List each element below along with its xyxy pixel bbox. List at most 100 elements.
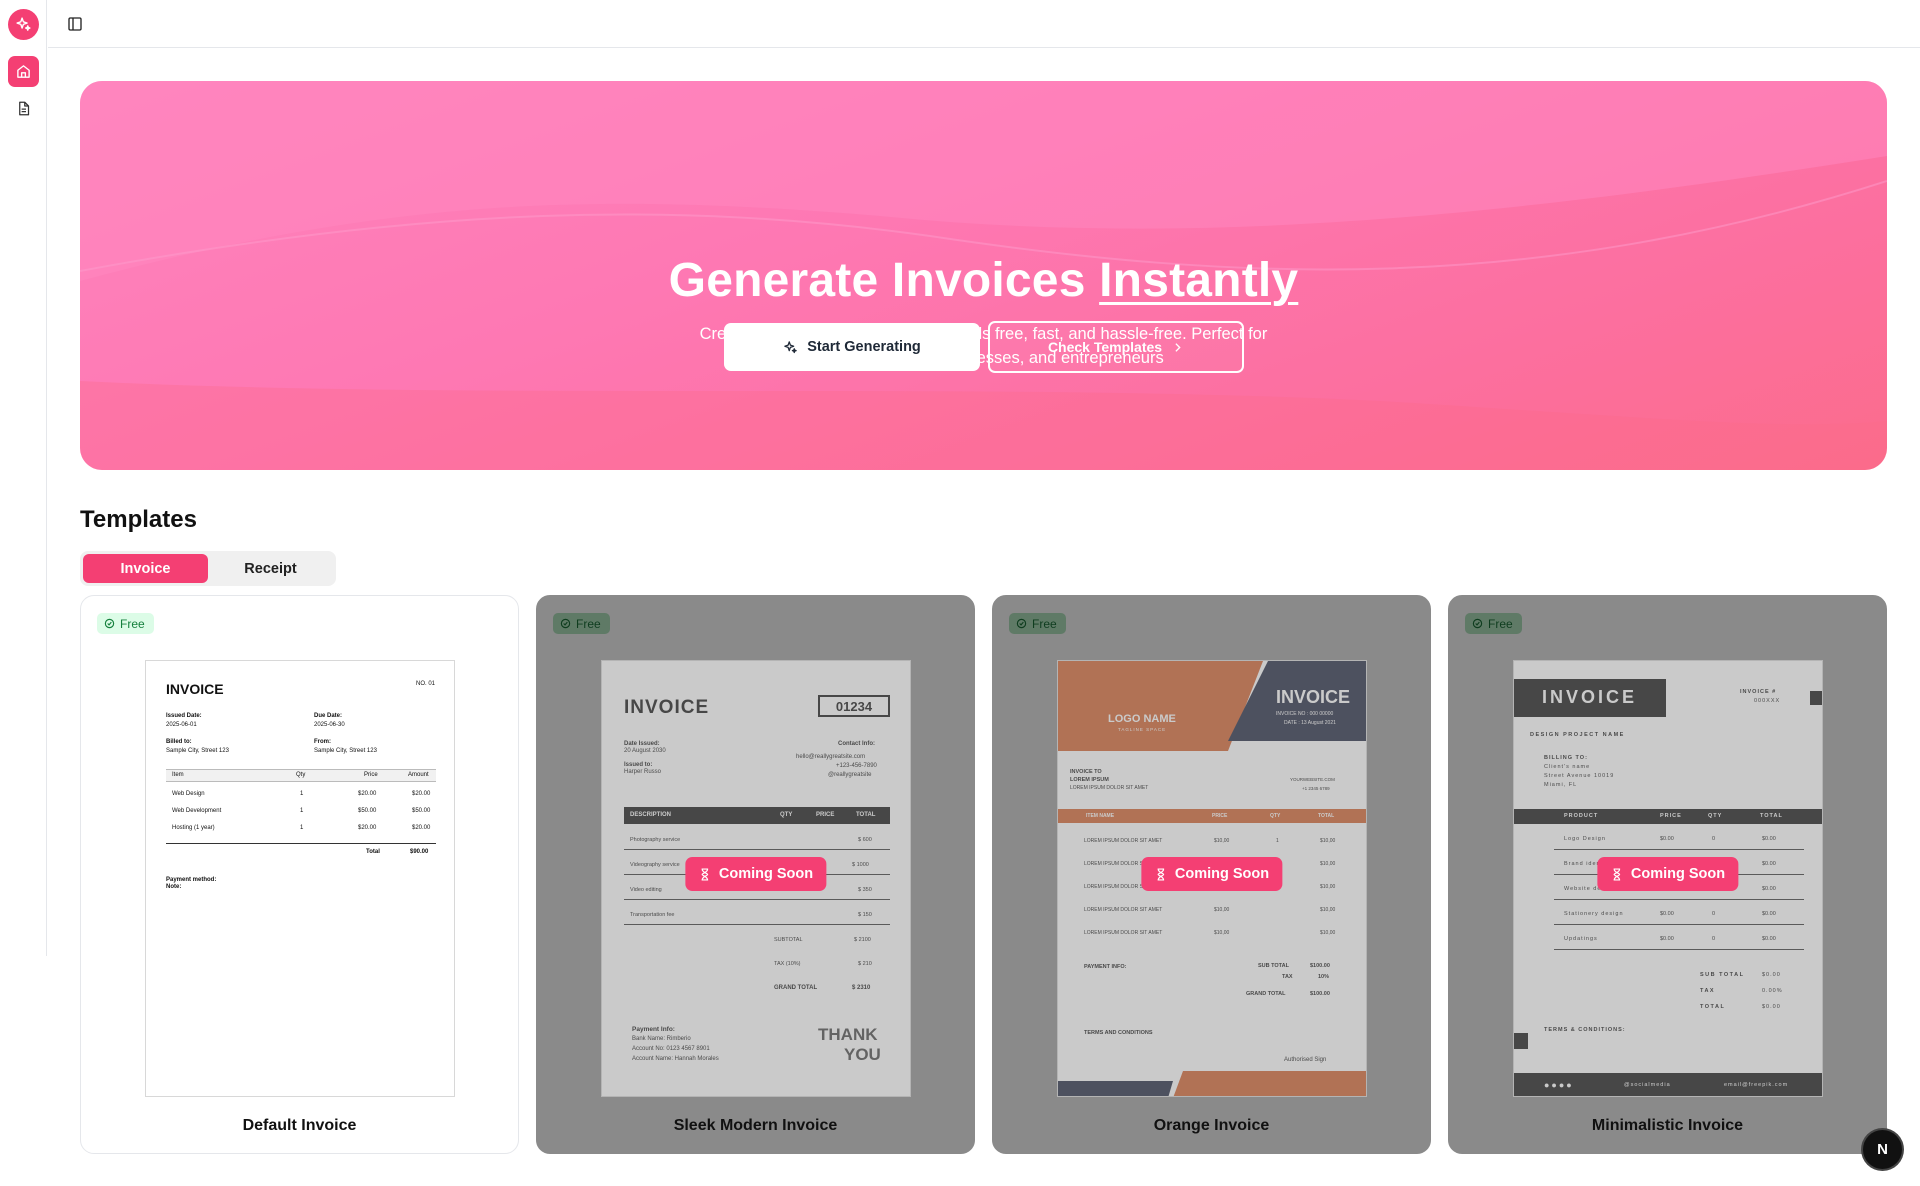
inv-billed-value: Sample City, Street 123 bbox=[166, 748, 229, 754]
start-generating-button[interactable]: Start Generating bbox=[724, 323, 980, 371]
orange-logo: LOGO NAME bbox=[1108, 713, 1176, 725]
minimal-subtotal-label: SUB TOTAL bbox=[1700, 972, 1745, 978]
sleek-col-desc: DESCRIPTION bbox=[630, 812, 672, 818]
sidebar-item-home[interactable] bbox=[8, 56, 39, 87]
minimal-billing-street: Street Avenue 10019 bbox=[1544, 773, 1615, 779]
sleek-contact-label: Contact Info: bbox=[838, 741, 875, 747]
inv-payment-label: Payment method: bbox=[166, 877, 217, 883]
minimal-row1-product: Logo Design bbox=[1564, 836, 1606, 842]
minimal-divider bbox=[1554, 899, 1804, 900]
minimal-number-value: 000XXX bbox=[1754, 698, 1781, 704]
minimal-billing-name: Client's name bbox=[1544, 764, 1591, 770]
orange-date: DATE : 13 August 2021 bbox=[1284, 720, 1336, 726]
sleek-contact-email: hello@reallygreatsite.com bbox=[796, 754, 866, 760]
sidebar-toggle-button[interactable] bbox=[64, 13, 86, 35]
inv-from-label: From: bbox=[314, 739, 331, 745]
minimal-row5-qty: 0 bbox=[1712, 936, 1716, 942]
free-badge: Free bbox=[97, 613, 154, 634]
nextjs-dev-indicator[interactable]: N bbox=[1863, 1130, 1902, 1169]
inv-col-item: Item bbox=[172, 772, 184, 778]
sleek-row4-total: $ 150 bbox=[858, 912, 872, 918]
minimal-billing-city: Miami, FL bbox=[1544, 782, 1578, 788]
tab-invoice[interactable]: Invoice bbox=[83, 554, 208, 583]
sleek-subtotal-label: SUBTOTAL bbox=[774, 937, 803, 943]
minimal-row4-price: $0.00 bbox=[1660, 911, 1674, 917]
inv-row3-qty: 1 bbox=[300, 825, 304, 831]
minimal-row1-qty: 0 bbox=[1712, 836, 1716, 842]
start-generating-label: Start Generating bbox=[807, 339, 921, 355]
minimal-total-value: $0.00 bbox=[1762, 1004, 1781, 1010]
sleek-row2-total: $ 1000 bbox=[852, 862, 869, 868]
check-templates-button[interactable]: Check Templates bbox=[988, 321, 1244, 373]
inv-number: NO. 01 bbox=[416, 681, 436, 687]
orange-sign-label: Authorised Sign bbox=[1284, 1057, 1327, 1063]
check-circle-icon bbox=[560, 618, 571, 629]
sleek-col-price: PRICE bbox=[816, 812, 835, 818]
inv-row3-amount: $20.00 bbox=[412, 825, 431, 831]
minimal-row5-product: Updatings bbox=[1564, 936, 1598, 942]
document-icon bbox=[19, 101, 30, 116]
minimal-side-square bbox=[1514, 1033, 1528, 1049]
sleek-payment-name: Account Name: Hannah Morales bbox=[632, 1056, 719, 1062]
template-card-default[interactable]: Free INVOICE NO. 01 Issued Date: 2025-06… bbox=[80, 595, 519, 1154]
sleek-divider bbox=[624, 899, 890, 900]
app-logo[interactable] bbox=[8, 9, 39, 40]
orange-tax-label: TAX bbox=[1282, 974, 1293, 980]
minimal-row3-total: $0.00 bbox=[1762, 886, 1776, 892]
tab-receipt[interactable]: Receipt bbox=[208, 554, 333, 583]
inv-billed-label: Billed to: bbox=[166, 739, 192, 745]
sleek-subtotal-value: $ 2100 bbox=[854, 937, 871, 943]
sleek-contact-handle: @reallygreatsite bbox=[828, 772, 872, 778]
sleek-date-label: Date Issued: bbox=[624, 741, 660, 747]
top-bar bbox=[48, 0, 1920, 48]
orange-row-item: LOREM IPSUM DOLOR SIT AMET bbox=[1084, 838, 1163, 844]
orange-grand-value: $100.00 bbox=[1310, 991, 1330, 997]
inv-due-value: 2025-06-30 bbox=[314, 722, 345, 728]
inv-from-value: Sample City, Street 123 bbox=[314, 748, 377, 754]
minimal-row4-total: $0.00 bbox=[1762, 911, 1776, 917]
sidebar-item-documents[interactable] bbox=[8, 93, 39, 124]
minimal-row2-total: $0.00 bbox=[1762, 861, 1776, 867]
minimal-title: INVOICE bbox=[1542, 687, 1638, 707]
orange-row-total: $10,00 bbox=[1320, 861, 1336, 867]
sleek-grand-label: GRAND TOTAL bbox=[774, 985, 818, 991]
sleek-title: INVOICE bbox=[624, 697, 710, 718]
coming-soon-badge: Coming Soon bbox=[1596, 857, 1739, 891]
check-templates-label: Check Templates bbox=[1047, 339, 1163, 355]
orange-payment-label: PAYMENT INFO: bbox=[1084, 964, 1127, 970]
sleek-thank: THANK bbox=[818, 1025, 878, 1044]
coming-soon-badge: Coming Soon bbox=[1140, 857, 1283, 891]
templates-title: Templates bbox=[80, 506, 197, 533]
inv-total-divider bbox=[166, 843, 436, 844]
minimal-footer-dots: ●●●● bbox=[1544, 1080, 1574, 1090]
orange-subtotal-label: SUB TOTAL bbox=[1258, 963, 1289, 969]
orange-col-item: ITEM NAME bbox=[1086, 813, 1115, 819]
free-badge-label: Free bbox=[1032, 616, 1057, 631]
sidebar bbox=[0, 0, 47, 956]
minimal-terms-label: TERMS & CONDITIONS: bbox=[1544, 1027, 1626, 1033]
minimal-project: DESIGN PROJECT NAME bbox=[1530, 732, 1625, 738]
orange-row-total: $10,00 bbox=[1320, 930, 1336, 936]
orange-row-price: $10,00 bbox=[1214, 907, 1230, 913]
orange-row-qty: 1 bbox=[1276, 838, 1279, 844]
inv-issued-value: 2025-06-01 bbox=[166, 722, 197, 728]
sleek-row2-desc: Videography service bbox=[630, 862, 680, 868]
inv-title: INVOICE bbox=[166, 681, 224, 697]
template-card-orange[interactable]: Free LOGO NAME TAGLINE SPACE INVOICE INV… bbox=[992, 595, 1431, 1154]
template-card-minimalistic[interactable]: Free INVOICE INVOICE # 000XXX DESIGN PRO… bbox=[1448, 595, 1887, 1154]
sleek-row4-desc: Transportation fee bbox=[630, 912, 675, 918]
inv-due-label: Due Date: bbox=[314, 713, 343, 719]
template-card-sleek-modern[interactable]: Free INVOICE 01234 Date Issued: 20 Augus… bbox=[536, 595, 975, 1154]
inv-col-amount: Amount bbox=[408, 772, 429, 778]
minimal-row4-qty: 0 bbox=[1712, 911, 1716, 917]
sleek-divider bbox=[624, 924, 890, 925]
minimal-footer-email: email@freepik.com bbox=[1724, 1082, 1789, 1088]
free-badge: Free bbox=[1009, 613, 1066, 634]
free-badge-label: Free bbox=[120, 616, 145, 631]
sleek-row1-total: $ 600 bbox=[858, 837, 872, 843]
minimal-col-qty: QTY bbox=[1708, 813, 1723, 819]
sleek-contact-phone: +123-456-7890 bbox=[836, 763, 877, 769]
inv-row2-amount: $50.00 bbox=[412, 808, 431, 814]
free-badge-label: Free bbox=[1488, 616, 1513, 631]
sleek-col-total: TOTAL bbox=[856, 812, 876, 818]
